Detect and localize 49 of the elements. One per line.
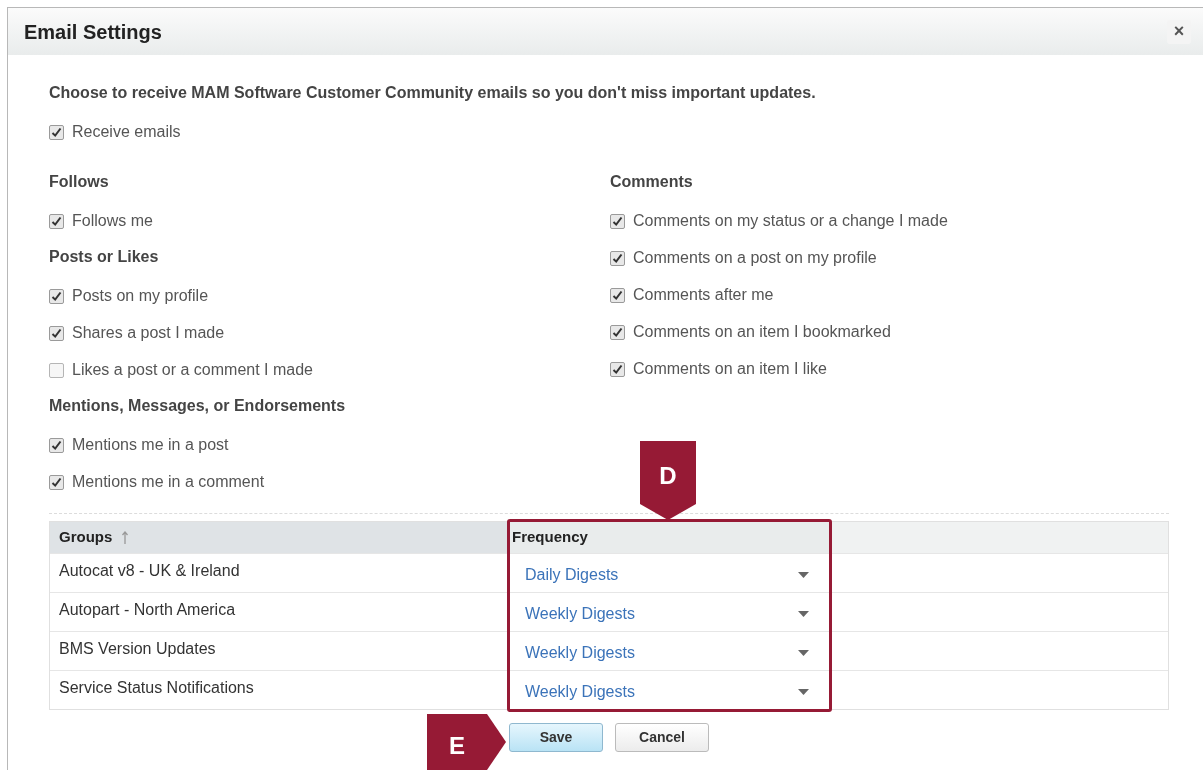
checkbox[interactable] [49,288,64,304]
group-name: Service Status Notifications [59,679,254,696]
group-name: Autopart - North America [59,601,236,618]
callout-marker: E [427,714,506,770]
group-name: Autocat v8 - UK & Ireland [59,562,240,579]
checkbox[interactable] [49,362,64,378]
section-heading: Posts or Likes [49,247,160,267]
frequency-dropdown[interactable]: Weekly Digests [508,671,829,709]
checkbox[interactable] [610,361,625,377]
column-header[interactable]: Groups [50,522,508,553]
column-header[interactable]: Frequency [508,522,829,553]
callout-marker: D [640,441,696,520]
option-label: Comments on an item I like [633,359,827,379]
sort-arrow-icon [122,531,129,544]
checkbox[interactable] [610,250,625,266]
checkbox[interactable] [49,124,64,140]
checkbox[interactable] [610,324,625,340]
intro-text: Choose to receive MAM Software Customer Community emails so you don't miss important updates. [49,83,817,103]
option-label: Comments on my status or a change I made [633,211,948,231]
option-label: Mentions me in a post [72,435,229,455]
section-heading: Follows [49,172,110,192]
option-label: Comments on a post on my profile [633,248,877,268]
caret-icon [798,689,809,695]
checkbox[interactable] [49,213,64,229]
option-label: Comments after me [633,285,774,305]
section-heading: Mentions, Messages, or Endorsements [49,396,347,416]
checkbox[interactable] [610,287,625,303]
option-label: Likes a post or a comment I made [72,360,313,380]
checkbox[interactable] [49,325,64,341]
caret-icon [798,572,809,578]
option-label: Posts on my profile [72,286,209,306]
option-label: Shares a post I made [72,323,225,343]
option-label: Comments on an item I bookmarked [633,322,891,342]
checkbox[interactable] [49,474,64,490]
option-label: Mentions me in a comment [72,472,265,492]
group-name: BMS Version Updates [59,640,216,657]
option-label: Receive emails [72,122,181,142]
frequency-dropdown[interactable]: Weekly Digests [508,632,829,670]
section-heading: Comments [610,172,694,192]
frequency-dropdown[interactable]: Daily Digests [508,554,829,592]
save-button[interactable]: Save [509,723,603,752]
caret-icon [798,611,809,617]
caret-icon [798,650,809,656]
checkbox[interactable] [610,213,625,229]
option-label: Follows me [72,211,153,231]
cancel-button[interactable]: Cancel [615,723,709,752]
checkbox[interactable] [49,437,64,453]
dialog-title: Email Settings [24,19,162,45]
frequency-dropdown[interactable]: Weekly Digests [508,593,829,631]
